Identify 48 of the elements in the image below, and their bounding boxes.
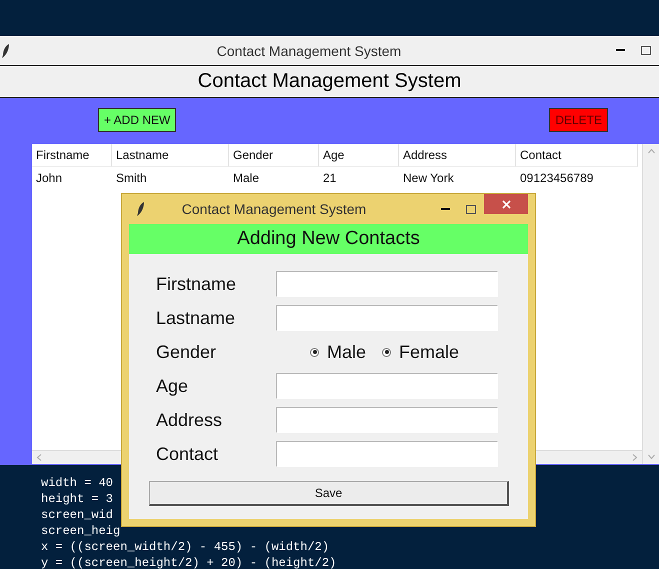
- field-label: Gender: [156, 342, 218, 362]
- input-field[interactable]: [276, 441, 498, 467]
- close-icon: [502, 200, 510, 208]
- column-header[interactable]: Contact: [516, 144, 638, 167]
- close-button[interactable]: [484, 194, 528, 214]
- code-line: width = 40: [41, 475, 114, 491]
- save-button[interactable]: Save: [149, 481, 509, 506]
- code-line: height = 3: [41, 491, 114, 507]
- input-field[interactable]: [276, 373, 498, 399]
- radio-label[interactable]: Female: [399, 342, 460, 362]
- table-cell-text: Smith: [115, 170, 148, 187]
- window-title: Contact Management System: [216, 42, 402, 58]
- column-header[interactable]: Lastname: [112, 144, 229, 167]
- table-cell-text: 21: [322, 170, 338, 187]
- column-header[interactable]: Firstname: [32, 144, 112, 167]
- app-heading: Contact Management System: [0, 66, 659, 98]
- code-line: screen_wid: [41, 507, 114, 523]
- minimize-icon[interactable]: [441, 208, 450, 210]
- add-new-button[interactable]: + ADD NEW: [98, 108, 176, 132]
- code-line: screen_heig: [41, 523, 120, 539]
- table-cell-text: John: [35, 170, 64, 187]
- column-header[interactable]: Address: [399, 144, 516, 167]
- dialog-title: Contact Management System: [180, 201, 368, 217]
- feather-icon: [2, 44, 10, 58]
- input-field[interactable]: [276, 271, 498, 297]
- column-header[interactable]: Age: [319, 144, 399, 167]
- radio-button[interactable]: [310, 348, 319, 356]
- table-cell-text: New York: [402, 170, 455, 187]
- radio-label[interactable]: Male: [327, 342, 366, 362]
- input-field[interactable]: [276, 305, 498, 331]
- maximize-icon[interactable]: [641, 46, 651, 55]
- table-cell-text: Male: [232, 170, 260, 187]
- input-field[interactable]: [276, 407, 498, 433]
- column-header[interactable]: Gender: [229, 144, 319, 167]
- minimize-icon[interactable]: [616, 49, 625, 52]
- code-line: y = ((screen_height/2) + 20) - (height/2): [41, 555, 336, 569]
- field-label: Firstname: [156, 274, 238, 294]
- feather-icon: [137, 202, 145, 216]
- code-line: x = ((screen_width/2) - 455) - (width/2): [41, 539, 330, 555]
- vertical-scrollbar[interactable]: [642, 144, 659, 464]
- field-label: Lastname: [156, 308, 236, 328]
- maximize-icon[interactable]: [466, 204, 476, 214]
- field-label: Contact: [156, 444, 220, 464]
- field-label: Age: [156, 376, 190, 396]
- dialog-heading: Adding New Contacts: [129, 224, 528, 254]
- table-cell-text: 09123456789: [519, 170, 594, 187]
- field-label: Address: [156, 410, 224, 430]
- radio-button[interactable]: [382, 348, 392, 356]
